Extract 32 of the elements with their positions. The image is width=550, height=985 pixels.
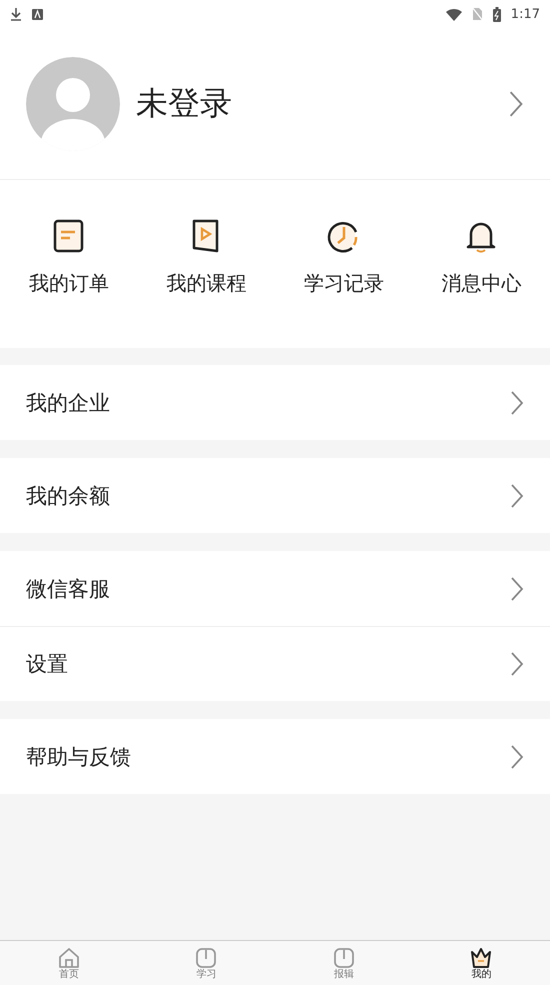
no-sim-icon: [472, 7, 483, 21]
shortcut-item[interactable]: 我的课程: [138, 180, 275, 348]
chevron-right-icon: [510, 390, 524, 416]
menu-row[interactable]: 帮助与反馈: [0, 719, 550, 794]
shortcut-item[interactable]: 消息中心: [412, 180, 550, 348]
download-icon: [10, 7, 22, 21]
chevron-right-icon: [510, 482, 524, 508]
battery-icon: [492, 6, 501, 22]
crown-icon: [469, 946, 494, 968]
chevron-right-icon: [510, 576, 524, 602]
tab-item[interactable]: 报辑: [275, 941, 412, 985]
profile-header[interactable]: 未登录: [0, 28, 550, 180]
avatar-icon: [26, 56, 120, 150]
shortcut-item[interactable]: 我的订单: [0, 180, 138, 348]
book-icon: [332, 946, 356, 968]
menu-row[interactable]: 我的余额: [0, 458, 550, 533]
chevron-right-icon: [510, 651, 524, 677]
home-icon: [56, 946, 81, 968]
menu-row[interactable]: 我的企业: [0, 365, 550, 440]
menu-row[interactable]: 微信客服: [0, 551, 550, 626]
tab-item[interactable]: 学习: [138, 941, 275, 985]
status-time: 1:17: [510, 6, 540, 22]
login-status: 未登录: [136, 82, 233, 124]
chevron-right-icon: [510, 744, 524, 770]
tab-item[interactable]: 首页: [0, 941, 138, 985]
book-icon: [194, 946, 218, 968]
notification-icon: [32, 8, 43, 20]
chevron-right-icon: [508, 90, 524, 118]
wifi-icon: [446, 8, 462, 20]
menu-row[interactable]: 设置: [0, 626, 550, 701]
shortcut-item[interactable]: 学习记录: [275, 180, 412, 348]
tab-item[interactable]: 我的: [412, 941, 550, 985]
